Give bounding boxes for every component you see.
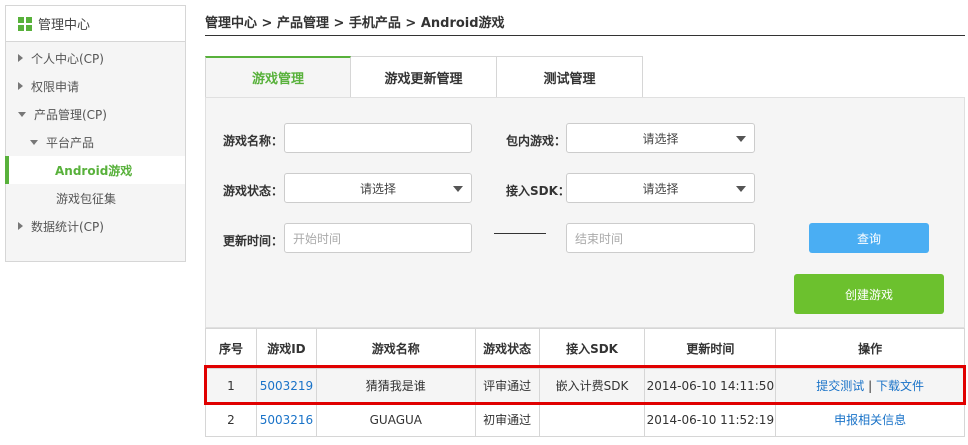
- column-header-action: 操作: [775, 328, 965, 369]
- cell-sdk: 嵌入计费SDK: [538, 368, 646, 403]
- sidebar-item-permission[interactable]: 权限申请: [6, 72, 185, 100]
- sidebar-item-label: 权限申请: [31, 79, 80, 94]
- end-time-input[interactable]: 结束时间: [566, 223, 755, 253]
- sidebar-item-label: Android游戏: [55, 163, 133, 178]
- sidebar-item-label: 个人中心(CP): [31, 51, 104, 66]
- games-table: 序号 游戏ID 游戏名称 游戏状态 接入SDK 更新时间 操作 1 500321…: [205, 328, 965, 437]
- sidebar-item-label: 游戏包征集: [56, 191, 117, 206]
- cell-status: 初审通过: [474, 402, 540, 437]
- cell-time: 2014-06-10 14:11:50: [644, 368, 777, 403]
- table-header-row: 序号 游戏ID 游戏名称 游戏状态 接入SDK 更新时间 操作: [205, 328, 965, 369]
- column-header-id: 游戏ID: [255, 328, 317, 369]
- cell-time: 2014-06-10 11:52:19: [644, 402, 777, 437]
- bundle-game-select[interactable]: 请选择: [566, 123, 755, 153]
- sidebar-title: 管理中心: [38, 18, 91, 33]
- query-button[interactable]: 查询: [809, 223, 929, 253]
- action-separator: |: [868, 379, 873, 393]
- game-name-input[interactable]: [284, 123, 472, 153]
- chevron-right-icon: [18, 82, 23, 90]
- chevron-down-icon: [18, 111, 26, 117]
- caret-down-icon: [453, 186, 463, 192]
- cell-no: 2: [205, 402, 257, 437]
- sdk-label: 接入SDK：: [506, 184, 570, 198]
- tab-game-update-management[interactable]: 游戏更新管理: [351, 56, 497, 98]
- cell-name: 猜猜我是谁: [315, 368, 476, 403]
- sidebar-item-label: 数据统计(CP): [31, 219, 104, 234]
- date-range-separator: [494, 233, 546, 234]
- submit-test-link[interactable]: 提交测试: [816, 379, 864, 393]
- cell-name: GUAGUA: [315, 402, 476, 437]
- chevron-down-icon: [30, 139, 38, 145]
- table-row: 1 5003219 猜猜我是谁 评审通过 嵌入计费SDK 2014-06-10 …: [205, 368, 965, 403]
- tab-test-management[interactable]: 测试管理: [497, 56, 643, 98]
- chevron-right-icon: [18, 54, 23, 62]
- column-header-status: 游戏状态: [474, 328, 540, 369]
- sdk-select[interactable]: 请选择: [566, 173, 755, 203]
- table-row: 2 5003216 GUAGUA 初审通过 2014-06-10 11:52:1…: [205, 402, 965, 437]
- bundle-game-select-value: 请选择: [642, 131, 679, 146]
- update-time-label: 更新时间：: [223, 234, 284, 248]
- game-id-link[interactable]: 5003219: [260, 379, 313, 393]
- cell-no: 1: [205, 368, 257, 403]
- breadcrumb: 管理中心 > 产品管理 > 手机产品 > Android游戏: [205, 16, 505, 31]
- cell-status: 评审通过: [474, 368, 540, 403]
- chevron-right-icon: [18, 222, 23, 230]
- column-header-name: 游戏名称: [315, 328, 476, 369]
- game-status-select-value: 请选择: [359, 181, 396, 196]
- sidebar-header[interactable]: 管理中心: [6, 6, 185, 42]
- sidebar: 管理中心 个人中心(CP) 权限申请 产品管理(CP) 平台产品 Android…: [5, 5, 186, 262]
- sidebar-item-label: 产品管理(CP): [34, 107, 107, 122]
- filter-panel: 游戏名称： 包内游戏： 请选择 游戏状态： 请选择 接入SDK： 请选择 更新时…: [205, 97, 965, 328]
- sidebar-item-game-collection[interactable]: 游戏包征集: [6, 184, 185, 212]
- column-header-no: 序号: [205, 328, 257, 369]
- caret-down-icon: [736, 186, 746, 192]
- cell-sdk: [538, 402, 646, 437]
- column-header-sdk: 接入SDK: [538, 328, 646, 369]
- sidebar-item-statistics[interactable]: 数据统计(CP): [6, 212, 185, 240]
- sidebar-item-platform-products[interactable]: 平台产品: [6, 128, 185, 156]
- sidebar-item-product-management[interactable]: 产品管理(CP): [6, 100, 185, 128]
- game-status-select[interactable]: 请选择: [284, 173, 472, 203]
- report-info-link[interactable]: 申报相关信息: [834, 413, 906, 427]
- caret-down-icon: [736, 136, 746, 142]
- sidebar-item-personal-center[interactable]: 个人中心(CP): [6, 44, 185, 72]
- game-id-link[interactable]: 5003216: [260, 413, 313, 427]
- grid-icon: [18, 16, 32, 31]
- bundle-game-label: 包内游戏：: [506, 134, 567, 148]
- start-time-input[interactable]: 开始时间: [284, 223, 472, 253]
- game-status-label: 游戏状态：: [223, 184, 284, 198]
- cell-actions: 申报相关信息: [775, 402, 965, 437]
- breadcrumb-divider: [205, 35, 965, 36]
- game-name-label: 游戏名称：: [223, 134, 284, 148]
- tab-game-management[interactable]: 游戏管理: [205, 56, 351, 98]
- create-game-button[interactable]: 创建游戏: [794, 274, 944, 314]
- cell-actions: 提交测试 | 下载文件: [775, 368, 965, 403]
- column-header-time: 更新时间: [644, 328, 777, 369]
- download-file-link[interactable]: 下载文件: [876, 379, 924, 393]
- sidebar-item-label: 平台产品: [46, 135, 95, 150]
- sidebar-item-android-games[interactable]: Android游戏: [5, 156, 185, 184]
- sdk-select-value: 请选择: [642, 181, 679, 196]
- tab-bar: 游戏管理 游戏更新管理 测试管理: [205, 56, 643, 98]
